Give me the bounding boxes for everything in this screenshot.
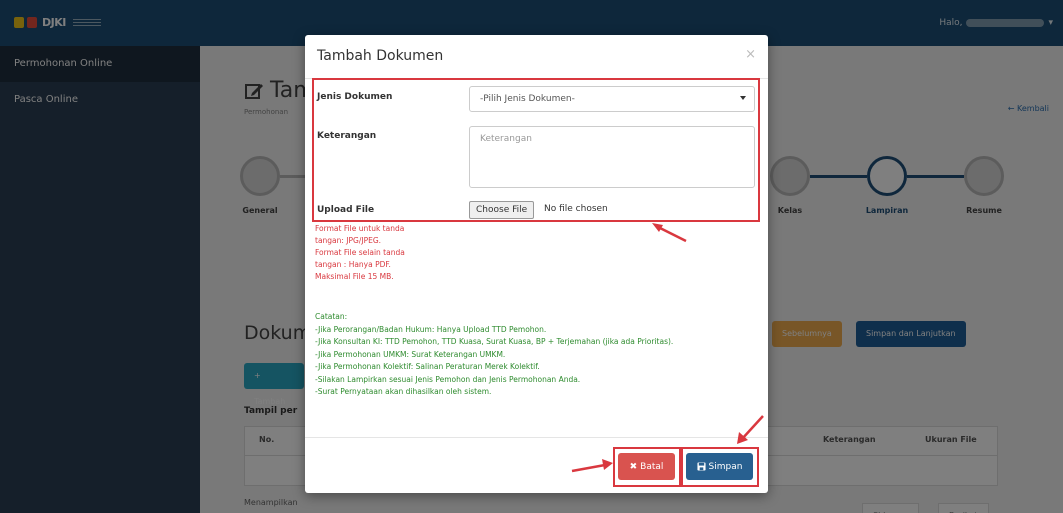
batal-label: Batal <box>640 461 664 472</box>
format-note-line: Format File selain tanda <box>315 248 405 257</box>
modal-footer-divider <box>305 437 768 438</box>
keterangan-label: Keterangan <box>317 131 377 141</box>
simpan-label: Simpan <box>708 461 743 472</box>
annotation-arrow-icon <box>737 415 764 444</box>
keterangan-textarea[interactable]: Keterangan <box>469 126 755 188</box>
choose-file-button[interactable]: Choose File <box>469 201 535 219</box>
modal-title: Tambah Dokumen <box>317 48 444 64</box>
upload-file-label: Upload File <box>317 205 375 215</box>
keterangan-placeholder: Keterangan <box>480 134 532 144</box>
catatan-title: Catatan: <box>315 312 348 321</box>
catatan-item: -Silakan Lampirkan sesuai Jenis Pemohon … <box>315 374 581 384</box>
format-notes: Format File untuk tanda tangan: JPG/JPEG… <box>315 223 475 283</box>
catatan-item: -Jika Permohonan UMKM: Surat Keterangan … <box>315 349 506 359</box>
jenis-dokumen-value: -Pilih Jenis Dokumen- <box>480 94 575 104</box>
catatan-item: -Jika Permohonan Kolektif: Salinan Perat… <box>315 362 540 371</box>
jenis-dokumen-label: Jenis Dokumen <box>317 92 393 102</box>
format-note-line: Format File untuk tanda <box>315 224 405 233</box>
catatan-item: -Jika Perorangan/Badan Hukum: Hanya Uplo… <box>315 324 547 334</box>
format-note-line: tangan : Hanya PDF. <box>315 260 391 269</box>
batal-button[interactable]: ✖ Batal <box>618 453 675 480</box>
caret-down-icon <box>740 96 746 100</box>
catatan-item: -Jika Konsultan KI: TTD Pemohon, TTD Kua… <box>315 337 674 346</box>
catatan-item: -Surat Pernyataan akan dihasilkan oleh s… <box>315 387 492 396</box>
format-note-line: Maksimal File 15 MB. <box>315 272 394 281</box>
modal-header: Tambah Dokumen × <box>305 35 768 79</box>
jenis-dokumen-select[interactable]: -Pilih Jenis Dokumen- <box>469 86 755 112</box>
annotation-arrow-icon <box>652 223 687 243</box>
close-icon: ✖ <box>629 461 638 472</box>
save-icon <box>696 462 706 471</box>
file-status-text: No file chosen <box>544 204 608 214</box>
catatan-notes: Catatan: -Jika Perorangan/Badan Hukum: H… <box>315 311 755 399</box>
simpan-button[interactable]: Simpan <box>686 453 753 480</box>
add-document-modal: Tambah Dokumen × Jenis Dokumen -Pilih Je… <box>305 35 768 493</box>
close-icon[interactable]: × <box>745 47 756 62</box>
format-note-line: tangan: JPG/JPEG. <box>315 236 382 245</box>
annotation-arrow-icon <box>571 459 613 473</box>
